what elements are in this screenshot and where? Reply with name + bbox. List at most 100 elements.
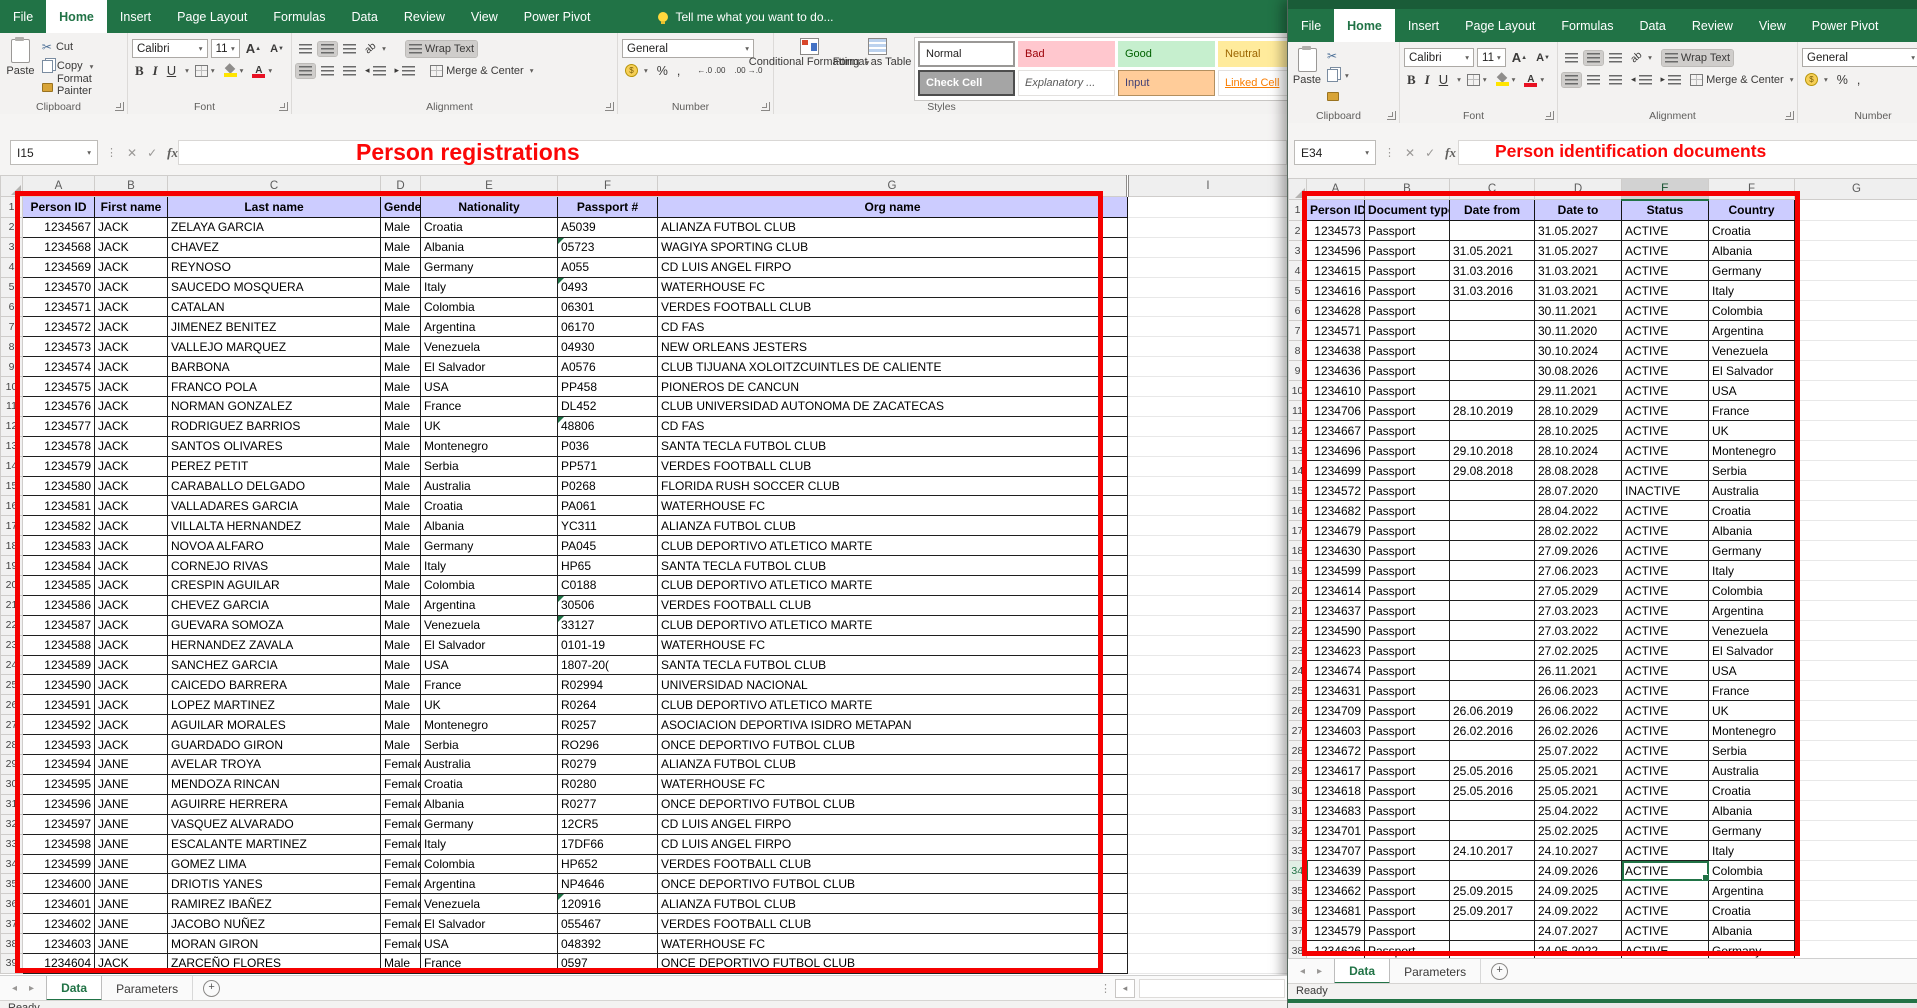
cell[interactable]: 24.09.2022 bbox=[1535, 901, 1622, 921]
font-size-combo[interactable]: 11▾ bbox=[1477, 48, 1506, 67]
cell[interactable]: Passport bbox=[1365, 421, 1450, 441]
cell[interactable]: ACTIVE bbox=[1622, 621, 1709, 641]
cell[interactable]: FRANCO POLA bbox=[168, 377, 381, 397]
empty-cell[interactable] bbox=[1795, 781, 1917, 801]
cell[interactable]: 1234709 bbox=[1307, 701, 1365, 721]
cell[interactable]: Male bbox=[381, 337, 421, 357]
cell[interactable]: Germany bbox=[1709, 821, 1795, 841]
cell[interactable]: 1234577 bbox=[23, 416, 95, 436]
cell[interactable]: Passport bbox=[1365, 541, 1450, 561]
row-header-14[interactable]: 14 bbox=[1289, 461, 1307, 481]
cell[interactable]: 1234604 bbox=[23, 953, 95, 973]
cell[interactable]: Passport bbox=[1365, 641, 1450, 661]
row-header-10[interactable]: 10 bbox=[1289, 381, 1307, 401]
row-header-36[interactable]: 36 bbox=[1289, 901, 1307, 921]
row-header-8[interactable]: 8 bbox=[1289, 341, 1307, 361]
cell[interactable]: Passport bbox=[1365, 661, 1450, 681]
empty-cell[interactable] bbox=[1795, 200, 1917, 221]
cell[interactable]: 1234603 bbox=[1307, 721, 1365, 741]
cancel-icon[interactable]: ✕ bbox=[1405, 146, 1415, 160]
cell[interactable]: 24.10.2017 bbox=[1450, 841, 1535, 861]
cell[interactable] bbox=[1450, 821, 1535, 841]
cell[interactable]: 1234610 bbox=[1307, 381, 1365, 401]
cell[interactable]: ALIANZA FUTBOL CLUB bbox=[658, 755, 1128, 775]
ribbon-tab-home[interactable]: Home bbox=[46, 0, 107, 33]
cell[interactable]: 1234567 bbox=[23, 218, 95, 238]
row-header-14[interactable]: 14 bbox=[1, 456, 23, 476]
cell[interactable]: Australia bbox=[421, 476, 558, 496]
row-header-32[interactable]: 32 bbox=[1, 814, 23, 834]
cell[interactable]: USA bbox=[1709, 661, 1795, 681]
cell[interactable]: 1234598 bbox=[23, 834, 95, 854]
cell[interactable]: 25.04.2022 bbox=[1535, 801, 1622, 821]
column-header-A[interactable]: A bbox=[23, 176, 95, 197]
cell[interactable]: El Salvador bbox=[421, 914, 558, 934]
empty-cell[interactable] bbox=[1795, 861, 1917, 881]
cell[interactable]: 27.05.2029 bbox=[1535, 581, 1622, 601]
cell[interactable]: Passport bbox=[1365, 741, 1450, 761]
cell[interactable]: 25.05.2021 bbox=[1535, 761, 1622, 781]
cell[interactable]: 25.05.2016 bbox=[1450, 781, 1535, 801]
empty-cell[interactable] bbox=[1795, 281, 1917, 301]
cell-style-input[interactable]: Input bbox=[1118, 70, 1215, 96]
cell[interactable]: ESCALANTE MARTINEZ bbox=[168, 834, 381, 854]
cell[interactable]: ACTIVE bbox=[1622, 261, 1709, 281]
empty-cell[interactable] bbox=[1795, 901, 1917, 921]
cell[interactable]: JANE bbox=[95, 914, 168, 934]
font-size-combo[interactable]: 11▾ bbox=[211, 39, 240, 58]
cell[interactable]: 26.06.2022 bbox=[1535, 701, 1622, 721]
cell[interactable]: Male bbox=[381, 476, 421, 496]
cell[interactable]: 1234576 bbox=[23, 397, 95, 417]
cell[interactable]: JANE bbox=[95, 874, 168, 894]
ribbon-tab-page-layout[interactable]: Page Layout bbox=[1452, 9, 1548, 42]
conditional-formatting-button[interactable]: Conditional Formatting ▾ bbox=[778, 37, 840, 101]
cell[interactable]: ACTIVE bbox=[1622, 781, 1709, 801]
cell[interactable]: Germany bbox=[1709, 261, 1795, 281]
cell[interactable]: NORMAN GONZALEZ bbox=[168, 397, 381, 417]
cell[interactable]: Male bbox=[381, 595, 421, 615]
cell[interactable]: Female bbox=[381, 894, 421, 914]
cell[interactable]: France bbox=[421, 675, 558, 695]
row-header-25[interactable]: 25 bbox=[1, 675, 23, 695]
percent-style-button[interactable]: % bbox=[654, 62, 671, 80]
cell[interactable]: 1807-20( bbox=[558, 655, 658, 675]
row-header-12[interactable]: 12 bbox=[1289, 421, 1307, 441]
cell[interactable]: 1234596 bbox=[23, 794, 95, 814]
cell[interactable]: 1234674 bbox=[1307, 661, 1365, 681]
cell[interactable]: Male bbox=[381, 675, 421, 695]
font-dialog-launcher[interactable] bbox=[1545, 111, 1554, 120]
cell[interactable]: Serbia bbox=[1709, 461, 1795, 481]
underline-button[interactable]: U bbox=[164, 63, 179, 78]
row-header-1[interactable]: 1 bbox=[1289, 200, 1307, 221]
cell[interactable]: CD FAS bbox=[658, 317, 1128, 337]
name-box[interactable]: I15 ▾ bbox=[10, 140, 98, 165]
cell[interactable]: JANE bbox=[95, 794, 168, 814]
cell[interactable]: Passport bbox=[1365, 801, 1450, 821]
cell[interactable]: Passport bbox=[1365, 261, 1450, 281]
cell[interactable]: VERDES FOOTBALL CLUB bbox=[658, 456, 1128, 476]
cell[interactable]: Passport bbox=[1365, 281, 1450, 301]
cell[interactable]: Female bbox=[381, 834, 421, 854]
cell[interactable]: REYNOSO bbox=[168, 257, 381, 277]
cell-style-normal[interactable]: Normal bbox=[918, 41, 1015, 67]
cell[interactable]: VERDES FOOTBALL CLUB bbox=[658, 914, 1128, 934]
cell[interactable]: JACK bbox=[95, 277, 168, 297]
cell[interactable]: ALIANZA FUTBOL CLUB bbox=[658, 516, 1128, 536]
cell[interactable]: Serbia bbox=[1709, 741, 1795, 761]
ribbon-tab-power-pivot[interactable]: Power Pivot bbox=[511, 0, 604, 33]
cell[interactable]: Passport bbox=[1365, 901, 1450, 921]
row-header-17[interactable]: 17 bbox=[1, 516, 23, 536]
copy-button[interactable]: Copy▾ bbox=[42, 58, 123, 74]
ribbon-tab-formulas[interactable]: Formulas bbox=[260, 0, 338, 33]
column-header-D[interactable]: D bbox=[1535, 179, 1622, 200]
font-color-button[interactable]: A▾ bbox=[1521, 74, 1547, 86]
merge-center-button[interactable]: Merge & Center▾ bbox=[427, 63, 536, 79]
row-header-5[interactable]: 5 bbox=[1289, 281, 1307, 301]
cell[interactable]: VERDES FOOTBALL CLUB bbox=[658, 854, 1128, 874]
cell[interactable]: 1234696 bbox=[1307, 441, 1365, 461]
empty-cell[interactable] bbox=[1795, 841, 1917, 861]
add-sheet-button[interactable]: + bbox=[1491, 963, 1508, 980]
empty-cell[interactable] bbox=[1128, 934, 1288, 954]
cell[interactable]: 12CR5 bbox=[558, 814, 658, 834]
cell[interactable]: 1234569 bbox=[23, 257, 95, 277]
